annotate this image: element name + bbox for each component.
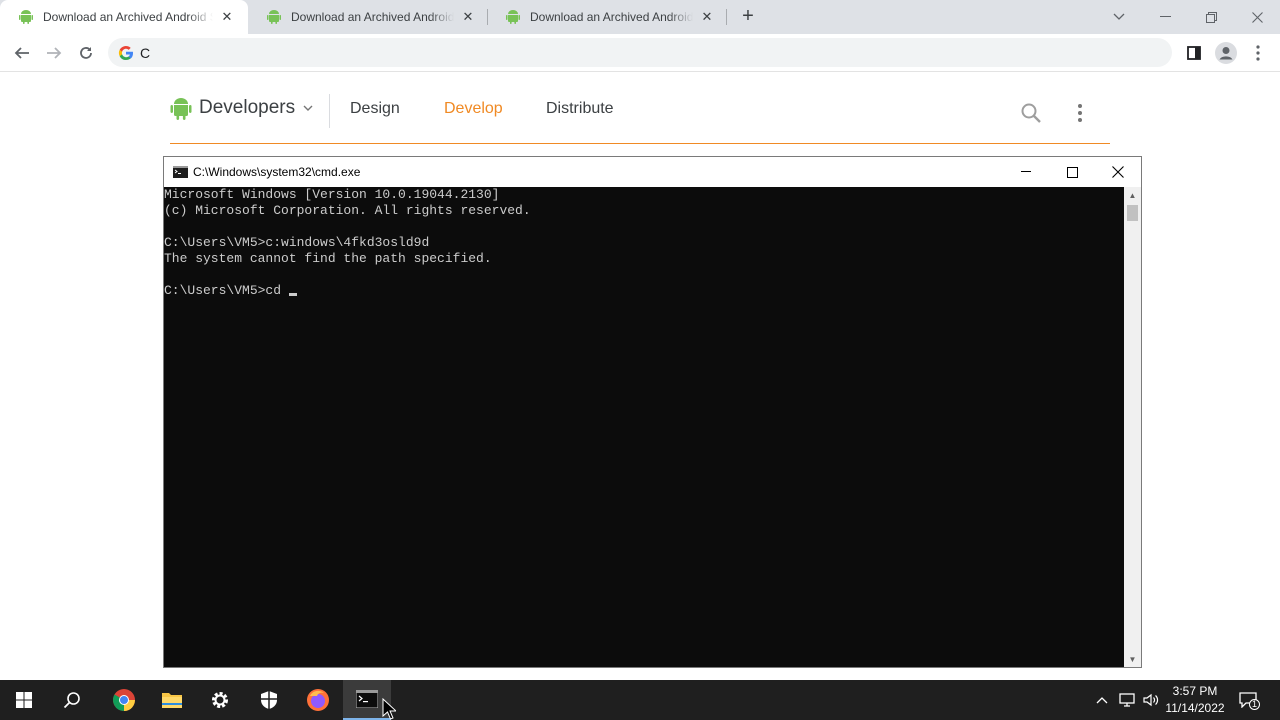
- tab-title: Download an Archived Android S: [530, 10, 693, 24]
- text-cursor: [289, 293, 298, 296]
- mouse-pointer-icon: [382, 698, 396, 720]
- clock-date: 11/14/2022: [1165, 701, 1225, 715]
- console-prompt-line[interactable]: C:\Users\VM5>cd: [164, 283, 1124, 299]
- chrome-icon[interactable]: [100, 680, 148, 720]
- cmd-titlebar[interactable]: C:\Windows\system32\cmd.exe: [164, 157, 1141, 187]
- browser-tab-2[interactable]: Download an Archived Android S ✕: [248, 0, 486, 34]
- show-hidden-icons-icon[interactable]: [1092, 680, 1112, 720]
- nav-distribute[interactable]: Distribute: [546, 100, 614, 118]
- scrollbar-thumb[interactable]: [1127, 205, 1138, 221]
- address-bar[interactable]: C: [108, 38, 1172, 67]
- browser-tab-1[interactable]: Download an Archived Android S ✕: [0, 0, 248, 34]
- console-line: Microsoft Windows [Version 10.0.19044.21…: [164, 187, 500, 202]
- windows-start-icon[interactable]: [0, 680, 48, 720]
- cmd-title: C:\Windows\system32\cmd.exe: [193, 165, 361, 179]
- tab-separator: [726, 9, 727, 25]
- notification-count: 1: [1249, 699, 1260, 710]
- reload-icon[interactable]: [72, 39, 100, 67]
- browser-toolbar: C: [0, 34, 1280, 72]
- close-tab-icon[interactable]: ✕: [460, 9, 476, 25]
- console-line: C:\Users\VM5>c:windows\4fkd3osld9d: [164, 235, 430, 250]
- google-icon: [118, 45, 133, 60]
- profile-avatar-icon[interactable]: [1212, 39, 1240, 67]
- browser-tab-strip: Download an Archived Android S ✕ Downloa…: [0, 0, 1280, 34]
- clock-time: 3:57 PM: [1172, 684, 1218, 698]
- network-icon[interactable]: [1116, 680, 1138, 720]
- tab-search-icon[interactable]: [1096, 0, 1142, 34]
- overflow-menu-icon[interactable]: [1076, 102, 1084, 124]
- volume-icon[interactable]: [1140, 680, 1162, 720]
- close-tab-icon[interactable]: ✕: [699, 9, 715, 25]
- console-line: (c) Microsoft Corporation. All rights re…: [164, 203, 531, 218]
- file-explorer-icon[interactable]: [148, 680, 196, 720]
- scroll-down-icon[interactable]: ▼: [1124, 651, 1141, 667]
- cmd-console[interactable]: Microsoft Windows [Version 10.0.19044.21…: [164, 187, 1124, 667]
- address-bar-text: C: [140, 44, 151, 61]
- minimize-icon[interactable]: [1142, 0, 1188, 34]
- console-line: The system cannot find the path specifie…: [164, 251, 492, 266]
- cmd-window[interactable]: C:\Windows\system32\cmd.exe Microsoft Wi…: [163, 156, 1142, 668]
- scroll-up-icon[interactable]: ▲: [1124, 187, 1141, 203]
- settings-icon[interactable]: [196, 680, 244, 720]
- developers-logo[interactable]: Developers: [170, 96, 313, 120]
- brand-name: Developers: [199, 97, 296, 118]
- security-icon[interactable]: [245, 680, 293, 720]
- cmd-scrollbar[interactable]: ▲ ▼: [1124, 187, 1141, 667]
- header-divider: [329, 94, 330, 128]
- back-arrow-icon[interactable]: [8, 39, 36, 67]
- browser-tab-3[interactable]: Download an Archived Android S ✕: [487, 0, 725, 34]
- android-icon: [170, 98, 192, 120]
- system-clock[interactable]: 3:57 PM 11/14/2022: [1160, 683, 1230, 717]
- android-icon: [267, 10, 281, 24]
- nav-develop[interactable]: Develop: [444, 100, 503, 118]
- cmd-minimize-icon[interactable]: [1003, 157, 1049, 187]
- tab-title: Download an Archived Android S: [291, 10, 454, 24]
- nav-design[interactable]: Design: [350, 100, 400, 118]
- side-panel-icon[interactable]: [1180, 39, 1208, 67]
- new-tab-button[interactable]: +: [736, 5, 760, 29]
- android-icon: [19, 10, 33, 24]
- notification-icon[interactable]: 1: [1236, 680, 1260, 720]
- android-icon: [506, 10, 520, 24]
- tab-title: Download an Archived Android S: [43, 10, 213, 24]
- site-header: Developers Design Develop Distribute: [170, 72, 1110, 144]
- console-prompt: C:\Users\VM5>cd: [164, 283, 282, 298]
- cmd-close-icon[interactable]: [1095, 157, 1141, 187]
- forward-arrow-icon[interactable]: [40, 39, 68, 67]
- chevron-down-icon[interactable]: [303, 105, 313, 111]
- browser-menu-icon[interactable]: [1244, 39, 1272, 67]
- search-icon[interactable]: [48, 680, 96, 720]
- search-icon[interactable]: [1020, 102, 1042, 124]
- cmd-icon: [173, 166, 188, 178]
- cmd-maximize-icon[interactable]: [1049, 157, 1095, 187]
- firefox-icon[interactable]: [294, 680, 342, 720]
- close-window-icon[interactable]: [1234, 0, 1280, 34]
- restore-icon[interactable]: [1188, 0, 1234, 34]
- windows-taskbar: 3:57 PM 11/14/2022 1: [0, 680, 1280, 720]
- close-tab-icon[interactable]: ✕: [219, 9, 235, 25]
